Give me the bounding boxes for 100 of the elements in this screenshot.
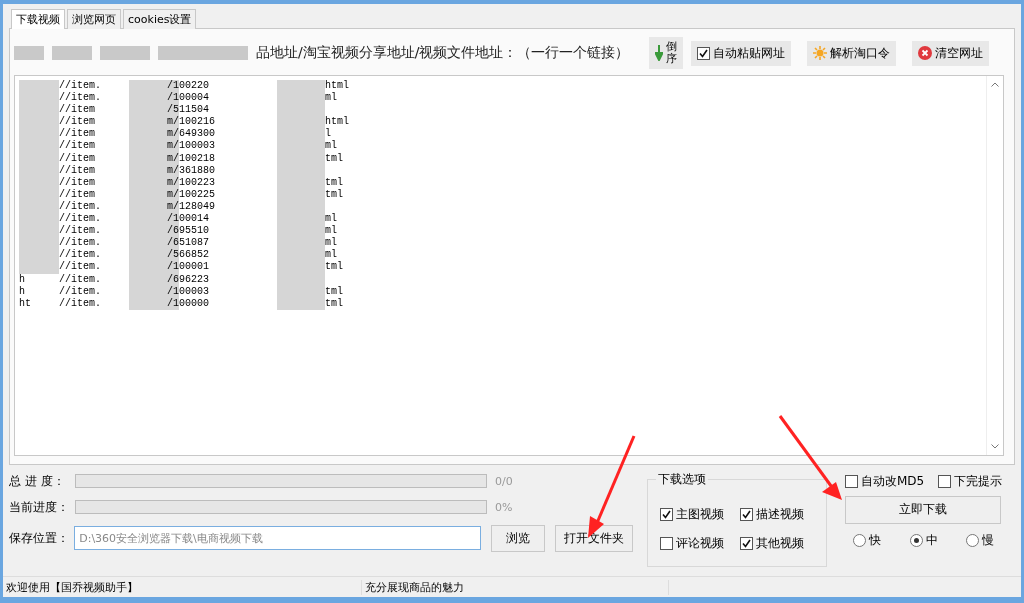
url-text: tml (325, 152, 344, 165)
redacted-block (14, 46, 44, 60)
checkbox-label: 下完提示 (954, 472, 1003, 490)
url-text: l (325, 128, 332, 140)
group-title: 下载选项 (656, 470, 708, 488)
pixelated-block (19, 261, 59, 274)
url-text: //item. (59, 273, 102, 286)
url-text: //item. (59, 200, 102, 213)
scroll-down-icon[interactable] (991, 443, 999, 449)
url-text: //item. (59, 297, 102, 310)
url-text: /566852 (167, 249, 210, 261)
url-text: m/100216 (167, 116, 216, 128)
url-text: ml (325, 92, 338, 105)
url-text: /100220 (167, 80, 210, 92)
tab[interactable]: cookies设置 (123, 9, 197, 29)
url-text: ml (325, 213, 338, 225)
url-text: //item (59, 152, 96, 165)
checkbox[interactable] (740, 507, 753, 521)
url-text: h (19, 273, 26, 286)
toolbar-button[interactable]: 清空网址 (912, 40, 990, 66)
url-text: /100014 (167, 213, 210, 225)
url-text: ml (325, 225, 338, 237)
sun-icon (813, 46, 828, 60)
url-text: /100004 (167, 92, 210, 104)
checkbox-label: 其他视频 (756, 534, 804, 552)
url-text: //item. (59, 249, 102, 261)
save-path-field[interactable]: D:\360安全浏览器下载\电商视频下载 (74, 526, 481, 551)
scroll-up-icon[interactable] (991, 82, 999, 87)
url-text: //item. (59, 225, 102, 237)
url-text: m/100218 (167, 152, 216, 165)
tab[interactable]: 浏览网页 (67, 9, 121, 29)
url-text: /651087 (167, 237, 210, 249)
radio-button[interactable] (853, 533, 866, 547)
checkbox[interactable] (697, 46, 711, 60)
url-text: html (325, 80, 350, 92)
checkbox-label: 描述视频 (756, 505, 804, 523)
url-text: tml (325, 176, 344, 189)
url-text: /695510 (167, 225, 210, 237)
url-text: //item. (59, 80, 102, 92)
open-folder-button[interactable]: 打开文件夹 (555, 524, 633, 552)
url-text: //item (59, 104, 96, 116)
close-icon (918, 46, 933, 60)
radio-button[interactable] (909, 533, 923, 547)
browse-button[interactable]: 浏览 (491, 524, 545, 552)
url-text: //item (59, 140, 96, 153)
url-text: m/100223 (167, 176, 216, 189)
url-text: m/361880 (167, 164, 216, 177)
url-text: //item (59, 116, 96, 128)
download-now-button[interactable]: 立即下载 (845, 495, 1001, 524)
url-text: /100000 (167, 297, 210, 310)
url-text: /100001 (167, 261, 210, 274)
url-prompt: 品地址/淘宝视频分享地址/视频文件地址：（一行一个链接） (256, 44, 630, 62)
url-text: //item. (59, 213, 102, 225)
radio-label: 快 (869, 531, 881, 549)
url-text: m/128049 (167, 200, 216, 213)
redacted-block (52, 46, 92, 60)
pixelated-block (19, 80, 59, 93)
url-text: //item. (59, 92, 102, 104)
pixelated-block (277, 80, 325, 93)
reverse-order-button[interactable]: 倒序 (649, 36, 684, 70)
url-text: //item. (59, 261, 102, 274)
checkbox-label: 主图视频 (676, 505, 724, 523)
url-text: tml (325, 285, 344, 298)
url-text: tml (325, 188, 344, 201)
url-text: html (325, 116, 350, 128)
url-text: /100003 (167, 285, 210, 298)
radio-label: 中 (925, 531, 938, 549)
checkbox-label: 自动改MD5 (861, 472, 925, 490)
url-text: //item (59, 188, 96, 201)
status-text: 欢迎使用【国乔视频助手】 (3, 579, 362, 595)
url-text: /511504 (167, 104, 210, 116)
url-text: m/100225 (167, 188, 216, 201)
radio-label: 慢 (982, 531, 995, 549)
url-text: m/649300 (167, 128, 216, 140)
checkbox[interactable] (845, 474, 858, 488)
progress-label: 当前进度： (9, 498, 70, 516)
down-arrow-icon (655, 45, 664, 61)
progress-reading: 0/0 (495, 474, 513, 488)
url-text: ht (19, 297, 32, 310)
progress-reading: 0% (495, 500, 513, 514)
redacted-block (100, 46, 150, 60)
status-text: 充分展现商品的魅力 (362, 579, 669, 595)
url-text: //item. (59, 237, 102, 249)
url-text: h (19, 285, 26, 298)
url-text: tml (325, 297, 344, 310)
url-text: tml (325, 261, 344, 274)
url-text: /696223 (167, 273, 210, 286)
radio-button[interactable] (966, 533, 980, 547)
checkbox[interactable] (660, 507, 673, 521)
save-location-label: 保存位置： (9, 529, 70, 547)
tab[interactable]: 下载视频 (11, 9, 65, 29)
url-text: //item (59, 176, 96, 189)
checkbox[interactable] (660, 536, 673, 550)
auto-paste-checkbox[interactable]: 自动粘贴网址 (691, 40, 792, 66)
toolbar-button[interactable]: 解析淘口令 (807, 40, 897, 66)
checkbox[interactable] (740, 536, 753, 550)
url-text: //item (59, 164, 96, 177)
url-text: ml (325, 249, 338, 261)
checkbox[interactable] (938, 474, 952, 488)
progress-label: 总 进 度： (9, 472, 66, 490)
